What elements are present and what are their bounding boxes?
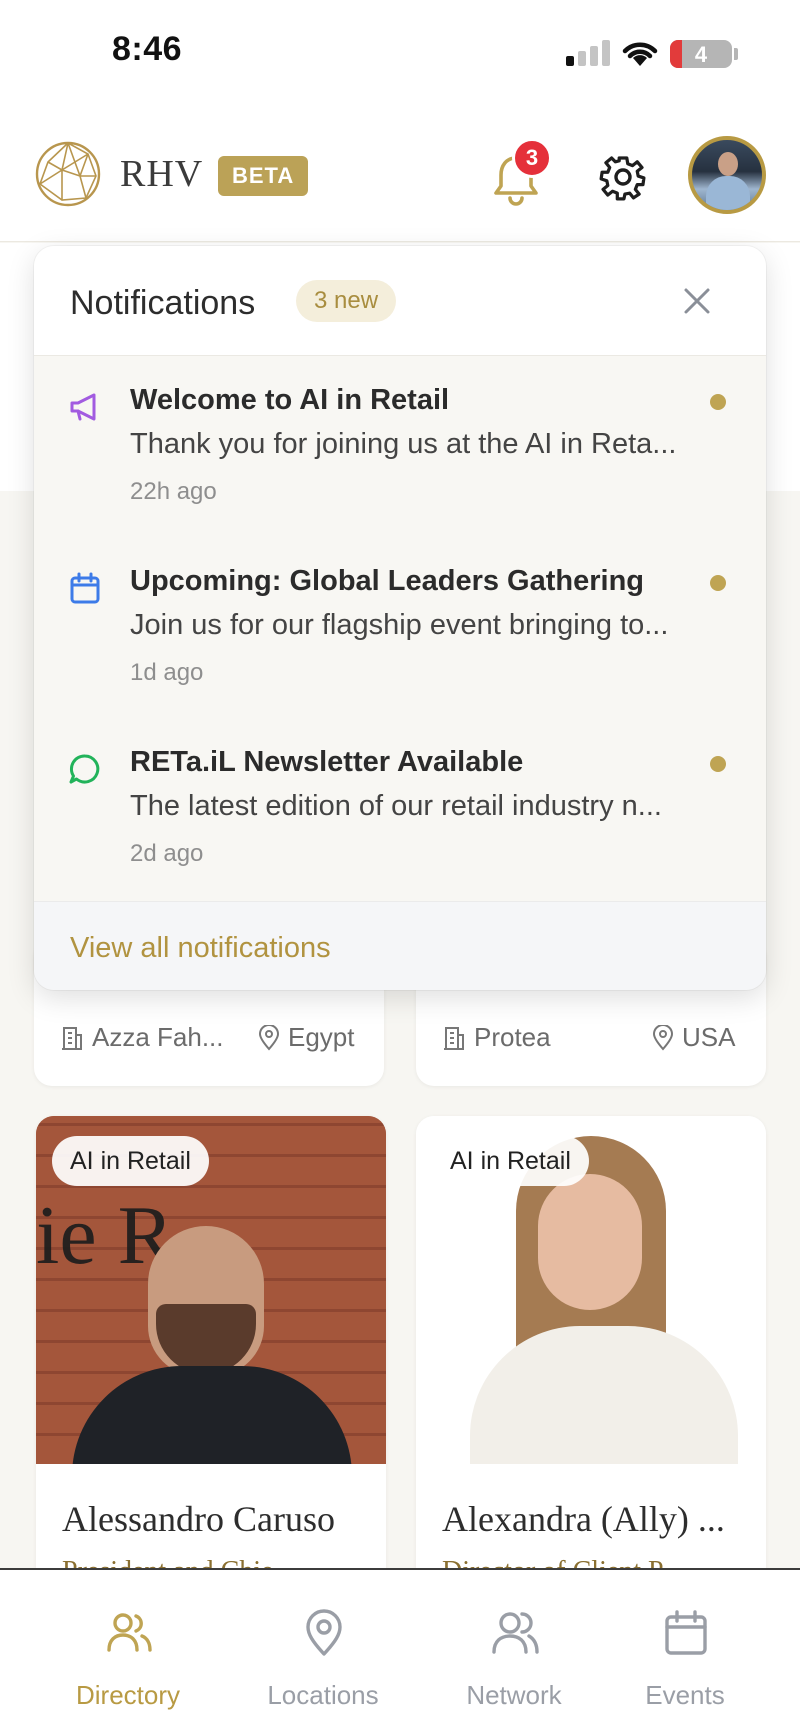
directory-card[interactable]: AI in Retail Alexandra (Ally) ... Direct… (416, 1116, 766, 1616)
app-header: RHV BETA 3 (0, 108, 800, 242)
calendar-icon (70, 572, 100, 604)
nav-label: Network (466, 1680, 562, 1710)
notification-count-badge: 3 (512, 138, 552, 178)
notification-time: 22h ago (130, 478, 217, 505)
megaphone-icon (70, 393, 96, 421)
wifi-icon (622, 42, 658, 66)
map-pin-icon (652, 1024, 674, 1051)
building-icon (444, 1026, 464, 1050)
notification-title: Upcoming: Global Leaders Gathering (130, 565, 645, 597)
battery-level: 4 (694, 42, 708, 67)
card-location-name: USA (682, 1022, 736, 1052)
cellular-signal-icon (566, 40, 610, 66)
network-icon (492, 1612, 539, 1654)
notifications-header: Notifications 3 new (34, 246, 766, 356)
card-location: Egypt (258, 1022, 355, 1053)
people-icon (107, 1613, 152, 1652)
card-company-name: Protea (474, 1022, 551, 1052)
building-icon (62, 1026, 82, 1050)
unread-dot (710, 756, 726, 772)
notification-item[interactable]: Welcome to AI in Retail Thank you for jo… (34, 356, 766, 536)
notification-time: 2d ago (130, 840, 204, 867)
card-location-name: Egypt (288, 1022, 355, 1052)
user-avatar[interactable] (688, 136, 766, 214)
notification-body: The latest edition of our retail industr… (130, 790, 662, 822)
notifications-title: Notifications (70, 284, 256, 322)
battery-icon: 4 (670, 40, 732, 68)
card-company: Protea (442, 1022, 551, 1053)
notifications-panel: Notifications 3 new Welcome to AI in Ret… (34, 246, 766, 990)
card-person-name: Alexandra (Ally) ... (442, 1499, 725, 1539)
status-bar: 8:46 4 (0, 0, 800, 108)
new-count-badge: 3 new (296, 280, 397, 322)
rhv-logo-icon[interactable] (34, 140, 102, 208)
chat-bubble-icon (69, 754, 100, 784)
beta-badge: BETA (218, 156, 309, 196)
notifications-footer: View all notifications (34, 901, 766, 990)
notification-body: Thank you for joining us at the AI in Re… (130, 428, 677, 460)
card-person-name: Alessandro Caruso (62, 1499, 335, 1539)
event-tag: AI in Retail (52, 1136, 209, 1186)
nav-locations[interactable]: Locations (223, 1570, 423, 1732)
map-pin-icon (258, 1024, 280, 1051)
event-tag: AI in Retail (432, 1136, 589, 1186)
close-icon[interactable] (680, 284, 714, 318)
notification-title: Welcome to AI in Retail (130, 384, 450, 416)
notification-title: RETa.iL Newsletter Available (130, 746, 524, 778)
brand-name: RHV (120, 153, 204, 195)
nav-label: Directory (75, 1680, 180, 1710)
bottom-nav: Directory Locations Network Events (0, 1568, 800, 1732)
notification-item[interactable]: RETa.iL Newsletter Available The latest … (34, 718, 766, 898)
notification-item[interactable]: Upcoming: Global Leaders Gathering Join … (34, 537, 766, 717)
nav-events[interactable]: Events (585, 1570, 785, 1732)
notification-time: 1d ago (130, 659, 204, 686)
gear-icon[interactable] (598, 152, 648, 202)
unread-dot (710, 394, 726, 410)
map-pin-icon (306, 1609, 342, 1656)
directory-card[interactable]: ie R AI in Retail Alessandro Caruso Pres… (36, 1116, 386, 1616)
view-all-notifications-link[interactable]: View all notifications (70, 932, 331, 965)
calendar-icon (665, 1610, 707, 1655)
card-company-name: Azza Fah... (92, 1022, 224, 1052)
unread-dot (710, 575, 726, 591)
card-location: USA (652, 1022, 735, 1053)
card-company: Azza Fah... (60, 1022, 224, 1053)
status-time: 8:46 (112, 30, 183, 68)
nav-label: Locations (267, 1680, 379, 1710)
nav-network[interactable]: Network (414, 1570, 614, 1732)
nav-label: Events (645, 1680, 725, 1710)
notification-body: Join us for our flagship event bringing … (130, 609, 669, 641)
nav-directory[interactable]: Directory (28, 1570, 228, 1732)
